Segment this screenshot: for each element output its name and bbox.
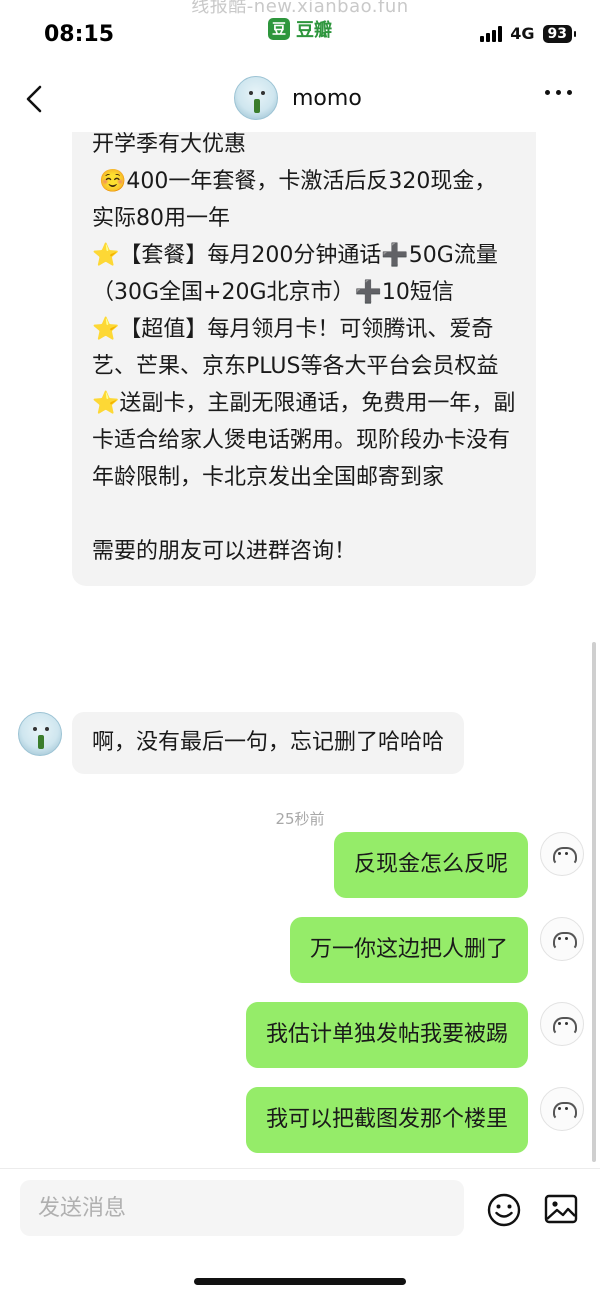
message-line: ☺️400一年套餐，卡激活后反320现金，实际80用一年 xyxy=(92,169,497,231)
contact-name: momo xyxy=(292,85,362,111)
message-line: ⭐️送副卡，主副无限通话，免费用一年，副卡适合给家人煲电话粥用。现阶段办卡没有年… xyxy=(92,391,516,490)
message-bubble-outgoing[interactable]: 我估计单独发帖我要被踢 xyxy=(245,1002,528,1068)
signal-icon xyxy=(480,25,503,42)
douban-logo-icon: 豆 xyxy=(268,18,290,40)
star-icon: ⭐️ xyxy=(92,317,120,342)
message-spacer xyxy=(92,496,516,533)
back-chevron-left-icon[interactable] xyxy=(20,84,50,114)
emoji-icon[interactable] xyxy=(486,1192,522,1228)
more-dots-icon[interactable] xyxy=(545,90,572,95)
chat-header: momo xyxy=(0,70,600,132)
home-indicator[interactable] xyxy=(194,1278,406,1285)
chat-scrollbar[interactable] xyxy=(592,642,596,1162)
battery-icon: 93 xyxy=(542,24,577,43)
status-indicators: 4G 93 xyxy=(480,24,577,43)
status-bar: 08:15 豆 豆瓣 4G 93 xyxy=(0,0,600,66)
message-line: ⭐️【套餐】每月200分钟通话➕50G流量（30G全国+20G北京市）➕10短信 xyxy=(92,243,498,305)
message-timestamp: 25秒前 xyxy=(275,810,325,828)
input-divider xyxy=(0,1168,600,1169)
message-line: 开学季有大优惠 xyxy=(92,132,247,157)
my-avatar[interactable] xyxy=(540,1087,584,1131)
image-icon[interactable] xyxy=(544,1194,578,1224)
my-avatar[interactable] xyxy=(540,832,584,876)
message-bubble-outgoing[interactable]: 我可以把截图发那个楼里 xyxy=(245,1087,528,1153)
app-badge: 豆 豆瓣 xyxy=(268,16,332,42)
message-input[interactable] xyxy=(20,1180,464,1236)
message-line: ⭐️【超值】每月领月卡！可领腾讯、爱奇艺、芒果、京东PLUS等各大平台会员权益 xyxy=(92,317,499,379)
message-bubble-incoming[interactable]: 开学季有大优惠 ☺️400一年套餐，卡激活后反320现金，实际80用一年 ⭐️【… xyxy=(72,132,536,586)
message-list[interactable]: 开学季有大优惠 ☺️400一年套餐，卡激活后反320现金，实际80用一年 ⭐️【… xyxy=(0,132,600,1168)
contact-info[interactable]: momo xyxy=(234,76,362,120)
message-line: 需要的朋友可以进群咨询！ xyxy=(92,539,357,564)
message-bubble-incoming[interactable]: 啊，没有最后一句，忘记删了哈哈哈 xyxy=(72,712,465,774)
message-input-box[interactable] xyxy=(20,1180,464,1236)
sender-avatar[interactable] xyxy=(18,712,62,756)
network-type: 4G xyxy=(510,24,535,43)
my-avatar[interactable] xyxy=(540,1002,584,1046)
status-time: 08:15 xyxy=(44,22,115,47)
my-avatar[interactable] xyxy=(540,917,584,961)
star-icon: ⭐️ xyxy=(92,391,120,416)
message-bubble-outgoing[interactable]: 反现金怎么反呢 xyxy=(333,832,528,898)
app-name: 豆瓣 xyxy=(296,20,332,41)
message-bubble-outgoing[interactable]: 万一你这边把人删了 xyxy=(289,917,528,983)
contact-avatar[interactable] xyxy=(234,76,278,120)
star-icon: ⭐️ xyxy=(92,243,120,268)
